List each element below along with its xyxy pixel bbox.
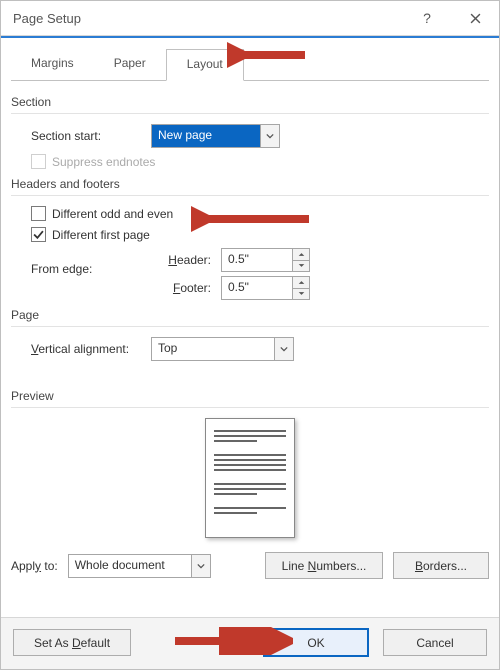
section-start-dropdown[interactable]: New page bbox=[151, 124, 280, 148]
preview-page-icon bbox=[205, 418, 295, 538]
titlebar: Page Setup ? bbox=[1, 1, 499, 36]
vertical-alignment-dropdown[interactable]: Top bbox=[151, 337, 294, 361]
different-first-page-checkbox[interactable]: Different first page bbox=[31, 227, 150, 242]
tab-paper-label: Paper bbox=[114, 56, 146, 70]
preview-area bbox=[11, 418, 489, 538]
tab-layout[interactable]: Layout bbox=[166, 49, 244, 81]
chevron-down-icon bbox=[260, 125, 279, 147]
spin-down-icon[interactable] bbox=[293, 261, 309, 272]
different-first-page-label: Different first page bbox=[52, 228, 150, 242]
cancel-button[interactable]: Cancel bbox=[383, 629, 487, 656]
different-odd-even-checkbox[interactable]: Different odd and even bbox=[31, 206, 173, 221]
accent-bar bbox=[1, 36, 499, 38]
tab-margins[interactable]: Margins bbox=[11, 49, 94, 81]
section-start-row: Section start: New page bbox=[31, 124, 489, 148]
divider bbox=[11, 326, 489, 327]
preview-group-title: Preview bbox=[11, 389, 489, 403]
divider bbox=[11, 113, 489, 114]
dialog-title: Page Setup bbox=[13, 11, 81, 26]
tab-margins-label: Margins bbox=[31, 56, 74, 70]
vertical-alignment-value: Top bbox=[152, 338, 274, 360]
check-icon bbox=[33, 229, 44, 240]
divider bbox=[11, 195, 489, 196]
header-distance-value: 0.5" bbox=[222, 249, 292, 271]
header-label: Header: bbox=[119, 253, 221, 267]
footer-distance-spinner[interactable]: 0.5" bbox=[221, 276, 310, 300]
chevron-down-icon bbox=[191, 555, 210, 577]
set-as-default-button[interactable]: Set As Default bbox=[13, 629, 131, 656]
spin-up-icon[interactable] bbox=[293, 277, 309, 289]
apply-to-dropdown[interactable]: Whole document bbox=[68, 554, 211, 578]
section-start-value: New page bbox=[152, 125, 260, 147]
suppress-endnotes-label: Suppress endnotes bbox=[52, 155, 155, 169]
header-distance-spinner[interactable]: 0.5" bbox=[221, 248, 310, 272]
chevron-down-icon bbox=[274, 338, 293, 360]
spin-down-icon[interactable] bbox=[293, 289, 309, 300]
tab-strip: Margins Paper Layout bbox=[11, 48, 489, 81]
dialog-footer: Set As Default OK Cancel bbox=[1, 617, 499, 669]
page-group-title: Page bbox=[11, 308, 489, 322]
apply-to-value: Whole document bbox=[69, 555, 191, 577]
section-group-title: Section bbox=[11, 95, 489, 109]
borders-button[interactable]: Borders... bbox=[393, 552, 489, 579]
close-button[interactable] bbox=[461, 13, 489, 24]
close-icon bbox=[470, 13, 481, 24]
suppress-endnotes-checkbox: Suppress endnotes bbox=[31, 154, 155, 169]
tab-paper[interactable]: Paper bbox=[94, 49, 166, 81]
ok-button[interactable]: OK bbox=[263, 628, 369, 657]
tab-layout-label: Layout bbox=[187, 57, 223, 71]
spin-up-icon[interactable] bbox=[293, 249, 309, 261]
apply-to-label: Apply to: bbox=[11, 559, 58, 573]
section-start-label: Section start: bbox=[31, 129, 151, 143]
headers-footers-group-title: Headers and footers bbox=[11, 177, 489, 191]
different-odd-even-label: Different odd and even bbox=[52, 207, 173, 221]
help-button[interactable]: ? bbox=[413, 10, 441, 26]
vertical-alignment-label: Vertical alignment: bbox=[31, 342, 151, 356]
from-edge-label: From edge: bbox=[31, 262, 119, 276]
divider bbox=[11, 407, 489, 408]
footer-distance-value: 0.5" bbox=[222, 277, 292, 299]
line-numbers-button[interactable]: Line Numbers... bbox=[265, 552, 383, 579]
footer-label: Footer: bbox=[119, 281, 221, 295]
